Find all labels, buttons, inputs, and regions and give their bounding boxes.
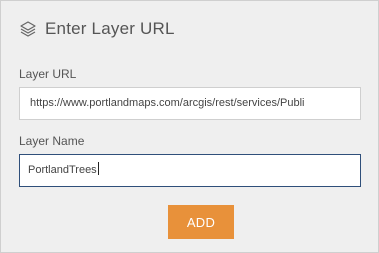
- text-caret: [97, 162, 99, 175]
- layer-name-value: PortlandTrees: [28, 164, 97, 176]
- layers-icon: [19, 20, 37, 38]
- layer-url-input[interactable]: https://www.portlandmaps.com/arcgis/rest…: [19, 87, 361, 120]
- enter-layer-url-panel: Enter Layer URL Layer URL https://www.po…: [0, 0, 379, 253]
- layer-name-input[interactable]: PortlandTrees: [19, 154, 361, 187]
- add-button[interactable]: ADD: [168, 205, 234, 239]
- layer-name-label: Layer Name: [19, 134, 85, 148]
- layer-url-value: https://www.portlandmaps.com/arcgis/rest…: [30, 97, 305, 109]
- layer-url-label: Layer URL: [19, 67, 77, 81]
- panel-title: Enter Layer URL: [45, 19, 175, 38]
- panel-header: Enter Layer URL: [19, 19, 175, 39]
